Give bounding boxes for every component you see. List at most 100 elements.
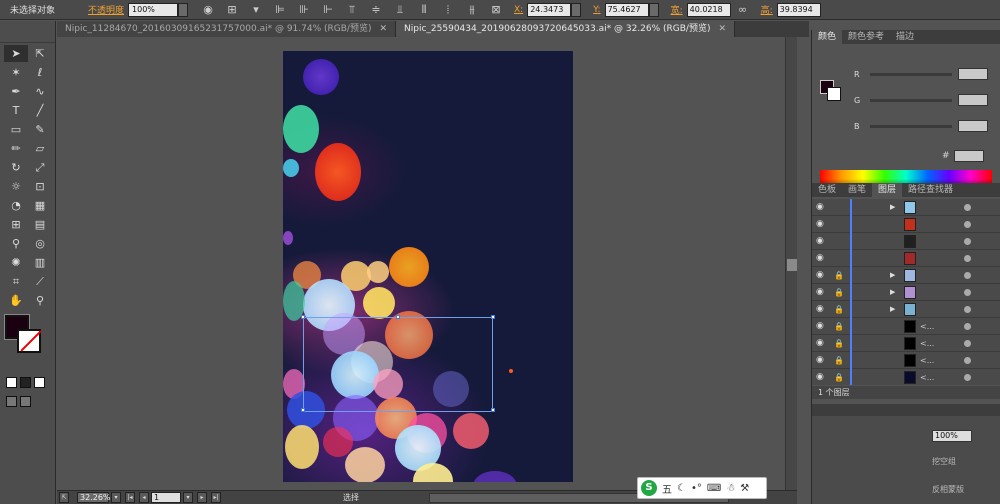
tab-layers[interactable]: 图层 <box>872 183 903 197</box>
align-center-icon[interactable]: ⊪ <box>297 3 311 17</box>
column-graph-tool-icon[interactable]: ▥ <box>28 254 52 271</box>
close-icon[interactable]: ✕ <box>718 21 726 37</box>
layer-target-icon[interactable] <box>964 289 971 296</box>
transparency-percent-input[interactable]: 100% <box>932 430 972 442</box>
align-grid-icon[interactable]: ⊞ <box>225 3 239 17</box>
rotate-tool-icon[interactable]: ↻ <box>4 159 28 176</box>
visibility-eye-icon[interactable]: ◉ <box>816 321 828 331</box>
expand-arrow-icon[interactable]: ▶ <box>890 305 895 313</box>
tab-color[interactable]: 颜色 <box>812 30 843 44</box>
shape-builder-tool-icon[interactable]: ◔ <box>4 197 28 214</box>
align-bottom-icon[interactable]: ⫫ <box>393 3 407 17</box>
sogou-logo[interactable]: S <box>641 480 657 496</box>
height-input[interactable]: 39.8394 <box>776 2 821 17</box>
opacity-dropdown[interactable] <box>178 2 189 17</box>
link-icon[interactable]: ∞ <box>736 3 750 17</box>
layer-target-icon[interactable] <box>964 306 971 313</box>
paintbrush-tool-icon[interactable]: ✎ <box>28 121 52 138</box>
tab-brushes[interactable]: 画笔 <box>842 183 872 197</box>
screen-mode-button[interactable] <box>20 396 31 407</box>
chevron-down-icon[interactable]: ▾ <box>249 3 263 17</box>
distribute-right-icon[interactable]: ⫵ <box>465 3 479 17</box>
align-middle-icon[interactable]: ≑ <box>369 3 383 17</box>
layer-name[interactable]: <... <box>920 356 934 365</box>
gradient-mode-button[interactable] <box>20 377 31 388</box>
draw-normal-button[interactable] <box>6 396 17 407</box>
align-left-icon[interactable]: ⊫ <box>273 3 287 17</box>
layer-row[interactable]: ◉ 🔒 <... <box>812 318 1000 335</box>
layer-row[interactable]: ◉ <box>812 216 1000 233</box>
visibility-eye-icon[interactable]: ◉ <box>816 219 828 229</box>
visibility-eye-icon[interactable]: ◉ <box>816 304 828 314</box>
perspective-grid-tool-icon[interactable]: ▦ <box>28 197 52 214</box>
panel-stroke-swatch[interactable] <box>827 87 841 101</box>
distribute-center-icon[interactable]: ⦙ <box>441 3 455 17</box>
layer-target-icon[interactable] <box>964 238 971 245</box>
document-canvas[interactable] <box>57 37 797 490</box>
layer-row[interactable]: ◉ ▶ <box>812 199 1000 216</box>
mesh-tool-icon[interactable]: ⊞ <box>4 216 28 233</box>
pencil-tool-icon[interactable]: ✏ <box>4 140 28 157</box>
first-page-button[interactable]: |◂ <box>125 492 135 503</box>
lock-icon[interactable]: 🔒 <box>834 305 846 314</box>
visibility-eye-icon[interactable]: ◉ <box>816 287 828 297</box>
artboard-tool-icon[interactable]: ⌗ <box>4 273 28 290</box>
align-top-icon[interactable]: ⫪ <box>345 3 359 17</box>
rectangle-tool-icon[interactable]: ▭ <box>4 121 28 138</box>
hand-tool-icon[interactable]: ✋ <box>4 292 28 309</box>
g-input[interactable] <box>958 94 988 106</box>
keyboard-icon[interactable]: ⌨ <box>707 483 721 494</box>
free-transform-tool-icon[interactable]: ⊡ <box>28 178 52 195</box>
transform-grid-icon[interactable]: ⊠ <box>489 3 503 17</box>
r-input[interactable] <box>958 68 988 80</box>
tools-grip[interactable] <box>0 21 55 43</box>
tab-document-2[interactable]: Nipic_25590434_20190628093720645033.ai* … <box>396 21 736 37</box>
opacity-input[interactable]: 100% <box>128 2 179 17</box>
layer-row[interactable]: ◉ 🔒 ▶ <box>812 301 1000 318</box>
r-slider[interactable] <box>870 72 952 76</box>
lock-icon[interactable]: 🔒 <box>834 373 846 382</box>
layer-row[interactable]: ◉ 🔒 <... <box>812 335 1000 352</box>
visibility-eye-icon[interactable]: ◉ <box>816 202 828 212</box>
next-page-button[interactable]: ▸ <box>197 492 207 503</box>
lock-icon[interactable]: 🔒 <box>834 356 846 365</box>
lock-icon[interactable]: 🔒 <box>834 288 846 297</box>
invert-mask-option[interactable]: 反相蒙版 <box>932 484 964 495</box>
vertical-scrollbar[interactable] <box>785 37 797 490</box>
layer-row[interactable]: ◉ 🔒 <... <box>812 369 1000 385</box>
prev-page-button[interactable]: ◂ <box>139 492 149 503</box>
layer-row[interactable]: ◉ 🔒 <... <box>812 352 1000 369</box>
b-input[interactable] <box>958 120 988 132</box>
expand-arrow-icon[interactable]: ▶ <box>890 288 895 296</box>
color-mode-button[interactable] <box>6 377 17 388</box>
pen-tool-icon[interactable]: ✒ <box>4 83 28 100</box>
zoom-tool-icon[interactable]: ⚲ <box>28 292 52 309</box>
visibility-eye-icon[interactable]: ◉ <box>816 253 828 263</box>
layer-name[interactable]: <... <box>920 373 934 382</box>
visibility-eye-icon[interactable]: ◉ <box>816 338 828 348</box>
wrench-icon[interactable]: ⚒ <box>740 483 749 494</box>
lock-icon[interactable]: 🔒 <box>834 339 846 348</box>
g-slider[interactable] <box>870 98 952 102</box>
layer-name[interactable]: <... <box>920 339 934 348</box>
gradient-tool-icon[interactable]: ▤ <box>28 216 52 233</box>
visibility-eye-icon[interactable]: ◉ <box>816 236 828 246</box>
lasso-tool-icon[interactable]: ℓ <box>28 64 52 81</box>
knockout-group-option[interactable]: 挖空组 <box>932 456 956 467</box>
tab-stroke[interactable]: 描边 <box>890 30 920 44</box>
y-stepper[interactable] <box>648 2 659 17</box>
zoom-input[interactable]: 32.26% <box>77 492 111 503</box>
layer-row[interactable]: ◉ 🔒 ▶ <box>812 267 1000 284</box>
width-input[interactable]: 40.0218 <box>686 2 731 17</box>
close-icon[interactable]: ✕ <box>379 21 387 37</box>
layer-row[interactable]: ◉ <box>812 233 1000 250</box>
lock-icon[interactable]: 🔒 <box>834 271 846 280</box>
y-input[interactable]: 75.4627 <box>604 2 649 17</box>
scrollbar-thumb[interactable] <box>787 259 797 271</box>
expand-arrow-icon[interactable]: ▶ <box>890 203 895 211</box>
moon-icon[interactable]: ☾ <box>677 483 686 494</box>
last-page-button[interactable]: ▸| <box>211 492 221 503</box>
tab-swatches[interactable]: 色板 <box>812 183 842 197</box>
skin-icon[interactable]: ☃ <box>726 483 735 494</box>
layer-target-icon[interactable] <box>964 323 971 330</box>
